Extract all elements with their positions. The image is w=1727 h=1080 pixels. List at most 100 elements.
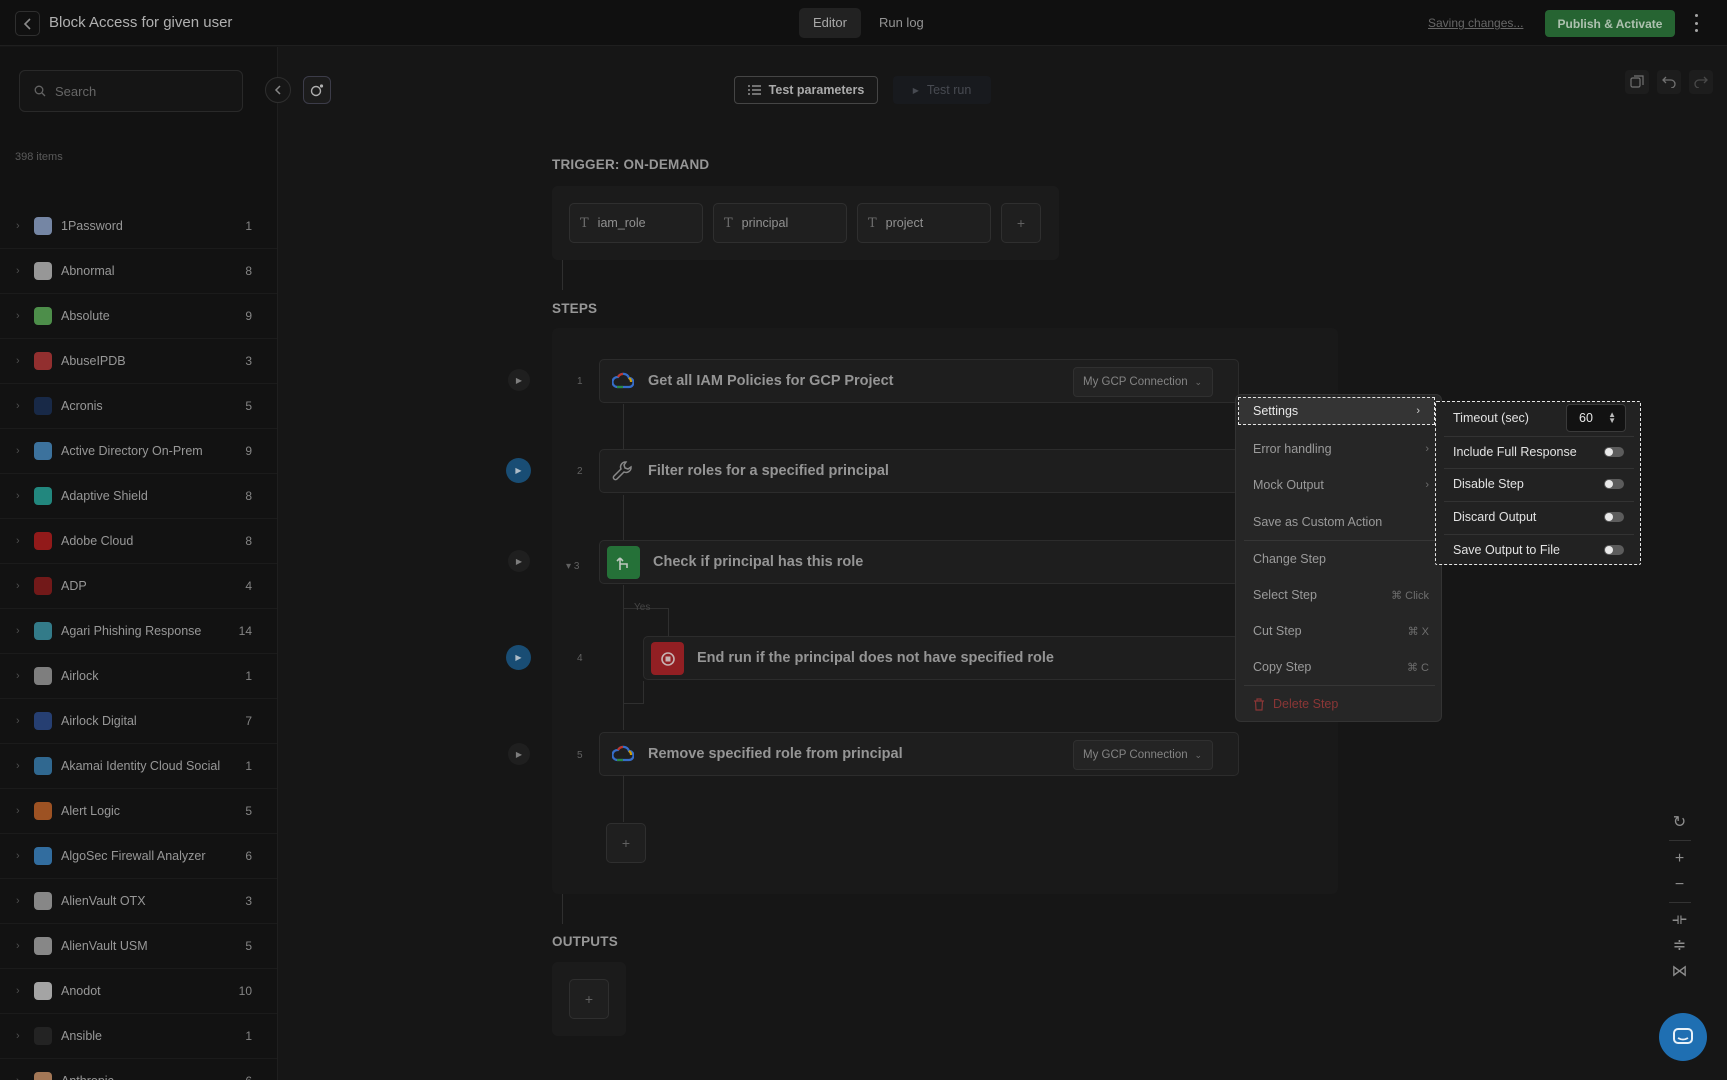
chevron-right-icon[interactable]: › bbox=[16, 490, 20, 502]
step-card[interactable]: Get all IAM Policies for GCP Project My … bbox=[599, 359, 1239, 403]
menu-item-delete-step[interactable]: Delete Step bbox=[1236, 686, 1443, 722]
list-item[interactable]: › Agari Phishing Response 14 bbox=[0, 609, 277, 654]
discard-output-toggle[interactable] bbox=[1604, 512, 1624, 522]
chevron-right-icon[interactable]: › bbox=[16, 1075, 20, 1080]
list-item[interactable]: › Airlock Digital 7 bbox=[0, 699, 277, 744]
list-item[interactable]: › AlgoSec Firewall Analyzer 6 bbox=[0, 834, 277, 879]
undo-icon[interactable] bbox=[1657, 70, 1681, 94]
add-step-button[interactable]: + bbox=[606, 823, 646, 863]
connection-dropdown[interactable]: My GCP Connection ⌄ bbox=[1073, 740, 1213, 770]
saving-status[interactable]: Saving changes... bbox=[1428, 16, 1523, 30]
trigger-param[interactable]: Tiam_role bbox=[569, 203, 703, 243]
copy-icon[interactable] bbox=[1625, 70, 1649, 94]
chevron-right-icon[interactable]: › bbox=[16, 850, 20, 862]
collapse-sidebar-button[interactable] bbox=[265, 77, 291, 103]
list-item[interactable]: › Alert Logic 5 bbox=[0, 789, 277, 834]
redo-icon[interactable] bbox=[1689, 70, 1713, 94]
chevron-right-icon[interactable]: › bbox=[16, 220, 20, 232]
list-item[interactable]: › Acronis 5 bbox=[0, 384, 277, 429]
chevron-right-icon[interactable]: › bbox=[16, 805, 20, 817]
add-param-button[interactable]: + bbox=[1001, 203, 1041, 243]
menu-item-select-step[interactable]: Select Step ⌘ Click bbox=[1236, 577, 1443, 613]
toggle-row[interactable]: Include Full Response bbox=[1436, 436, 1642, 468]
list-item[interactable]: › Adaptive Shield 8 bbox=[0, 474, 277, 519]
back-button[interactable] bbox=[15, 11, 40, 36]
list-item[interactable]: › Anthropic 6 bbox=[0, 1059, 277, 1080]
list-item[interactable]: › Airlock 1 bbox=[0, 654, 277, 699]
list-item[interactable]: › ADP 4 bbox=[0, 564, 277, 609]
list-item[interactable]: › AbuseIPDB 3 bbox=[0, 339, 277, 384]
chevron-right-icon[interactable]: › bbox=[16, 445, 20, 457]
test-run-button[interactable]: ▶ Test run bbox=[893, 76, 991, 104]
chat-support-button[interactable] bbox=[1659, 1013, 1707, 1061]
chevron-right-icon[interactable]: › bbox=[16, 625, 20, 637]
timeout-input[interactable]: 60 ▲ ▼ bbox=[1566, 404, 1626, 432]
fit-height-icon[interactable]: ≑ bbox=[1670, 937, 1690, 954]
menu-item-mock-output[interactable]: Mock Output › bbox=[1236, 467, 1443, 503]
run-step-button[interactable]: ▶ bbox=[508, 743, 530, 765]
ai-assistant-button[interactable] bbox=[303, 76, 331, 104]
step-card[interactable]: Remove specified role from principal My … bbox=[599, 732, 1239, 776]
connector bbox=[562, 894, 563, 924]
tab-editor[interactable]: Editor bbox=[799, 8, 861, 38]
collapse-all-icon[interactable]: ⋈ bbox=[1670, 963, 1690, 980]
zoom-out-icon[interactable]: − bbox=[1670, 876, 1690, 893]
add-output-button[interactable]: + bbox=[569, 979, 609, 1019]
list-item[interactable]: › Adobe Cloud 8 bbox=[0, 519, 277, 564]
menu-item-settings[interactable]: Settings › bbox=[1238, 397, 1435, 425]
list-item[interactable]: › Anodot 10 bbox=[0, 969, 277, 1014]
toggle-row[interactable]: Discard Output bbox=[1436, 501, 1642, 533]
list-item[interactable]: › Ansible 1 bbox=[0, 1014, 277, 1059]
run-step-button[interactable]: ▶ bbox=[506, 645, 531, 670]
menu-item-save-custom-action[interactable]: Save as Custom Action bbox=[1236, 504, 1443, 540]
chevron-right-icon[interactable]: › bbox=[16, 985, 20, 997]
chevron-right-icon[interactable]: › bbox=[16, 715, 20, 727]
trigger-param[interactable]: Tproject bbox=[857, 203, 991, 243]
list-item[interactable]: › Akamai Identity Cloud Social 1 bbox=[0, 744, 277, 789]
chevron-right-icon[interactable]: › bbox=[16, 265, 20, 277]
step-card[interactable]: End run if the principal does not have s… bbox=[643, 636, 1239, 680]
chevron-right-icon[interactable]: › bbox=[16, 895, 20, 907]
menu-item-change-step[interactable]: Change Step bbox=[1236, 541, 1443, 577]
run-step-button[interactable]: ▶ bbox=[508, 550, 530, 572]
chevron-right-icon[interactable]: › bbox=[16, 535, 20, 547]
trigger-param[interactable]: Tprincipal bbox=[713, 203, 847, 243]
search-input[interactable]: Search bbox=[19, 70, 243, 112]
toggle-row[interactable]: Save Output to File bbox=[1436, 534, 1642, 566]
list-item[interactable]: › Abnormal 8 bbox=[0, 249, 277, 294]
chevron-right-icon[interactable]: › bbox=[16, 940, 20, 952]
chevron-right-icon[interactable]: › bbox=[16, 670, 20, 682]
connection-dropdown[interactable]: My GCP Connection ⌄ bbox=[1073, 367, 1213, 397]
stepper-icon[interactable]: ▲ ▼ bbox=[1608, 411, 1616, 425]
list-item[interactable]: › Active Directory On-Prem 9 bbox=[0, 429, 277, 474]
menu-item-copy-step[interactable]: Copy Step ⌘ C bbox=[1236, 649, 1443, 685]
tab-run-log[interactable]: Run log bbox=[865, 8, 938, 38]
chevron-right-icon[interactable]: › bbox=[16, 760, 20, 772]
include-full-response-toggle[interactable] bbox=[1604, 447, 1624, 457]
zoom-in-icon[interactable]: + bbox=[1670, 850, 1690, 867]
step-card[interactable]: Filter roles for a specified principal bbox=[599, 449, 1239, 493]
list-item[interactable]: › AlienVault USM 5 bbox=[0, 924, 277, 969]
step-card[interactable]: Check if principal has this role bbox=[599, 540, 1239, 584]
menu-item-cut-step[interactable]: Cut Step ⌘ X bbox=[1236, 613, 1443, 649]
menu-item-error-handling[interactable]: Error handling › bbox=[1236, 431, 1443, 467]
chevron-right-icon[interactable]: › bbox=[16, 310, 20, 322]
run-step-button[interactable]: ▶ bbox=[506, 458, 531, 483]
more-options-icon[interactable] bbox=[1689, 12, 1703, 34]
test-parameters-button[interactable]: Test parameters bbox=[734, 76, 878, 104]
save-output-to-file-toggle[interactable] bbox=[1604, 545, 1624, 555]
chevron-right-icon[interactable]: › bbox=[16, 400, 20, 412]
publish-activate-button[interactable]: Publish & Activate bbox=[1545, 10, 1675, 37]
fit-width-icon[interactable]: ⟛ bbox=[1670, 911, 1690, 928]
integration-count: 5 bbox=[245, 399, 252, 413]
chevron-right-icon[interactable]: › bbox=[16, 355, 20, 367]
reset-view-icon[interactable]: ↻ bbox=[1670, 814, 1690, 831]
run-step-button[interactable]: ▶ bbox=[508, 369, 530, 391]
list-item[interactable]: › 1Password 1 bbox=[0, 204, 277, 249]
disable-step-toggle[interactable] bbox=[1604, 479, 1624, 489]
toggle-row[interactable]: Disable Step bbox=[1436, 468, 1642, 500]
list-item[interactable]: › Absolute 9 bbox=[0, 294, 277, 339]
chevron-right-icon[interactable]: › bbox=[16, 1030, 20, 1042]
chevron-right-icon[interactable]: › bbox=[16, 580, 20, 592]
list-item[interactable]: › AlienVault OTX 3 bbox=[0, 879, 277, 924]
